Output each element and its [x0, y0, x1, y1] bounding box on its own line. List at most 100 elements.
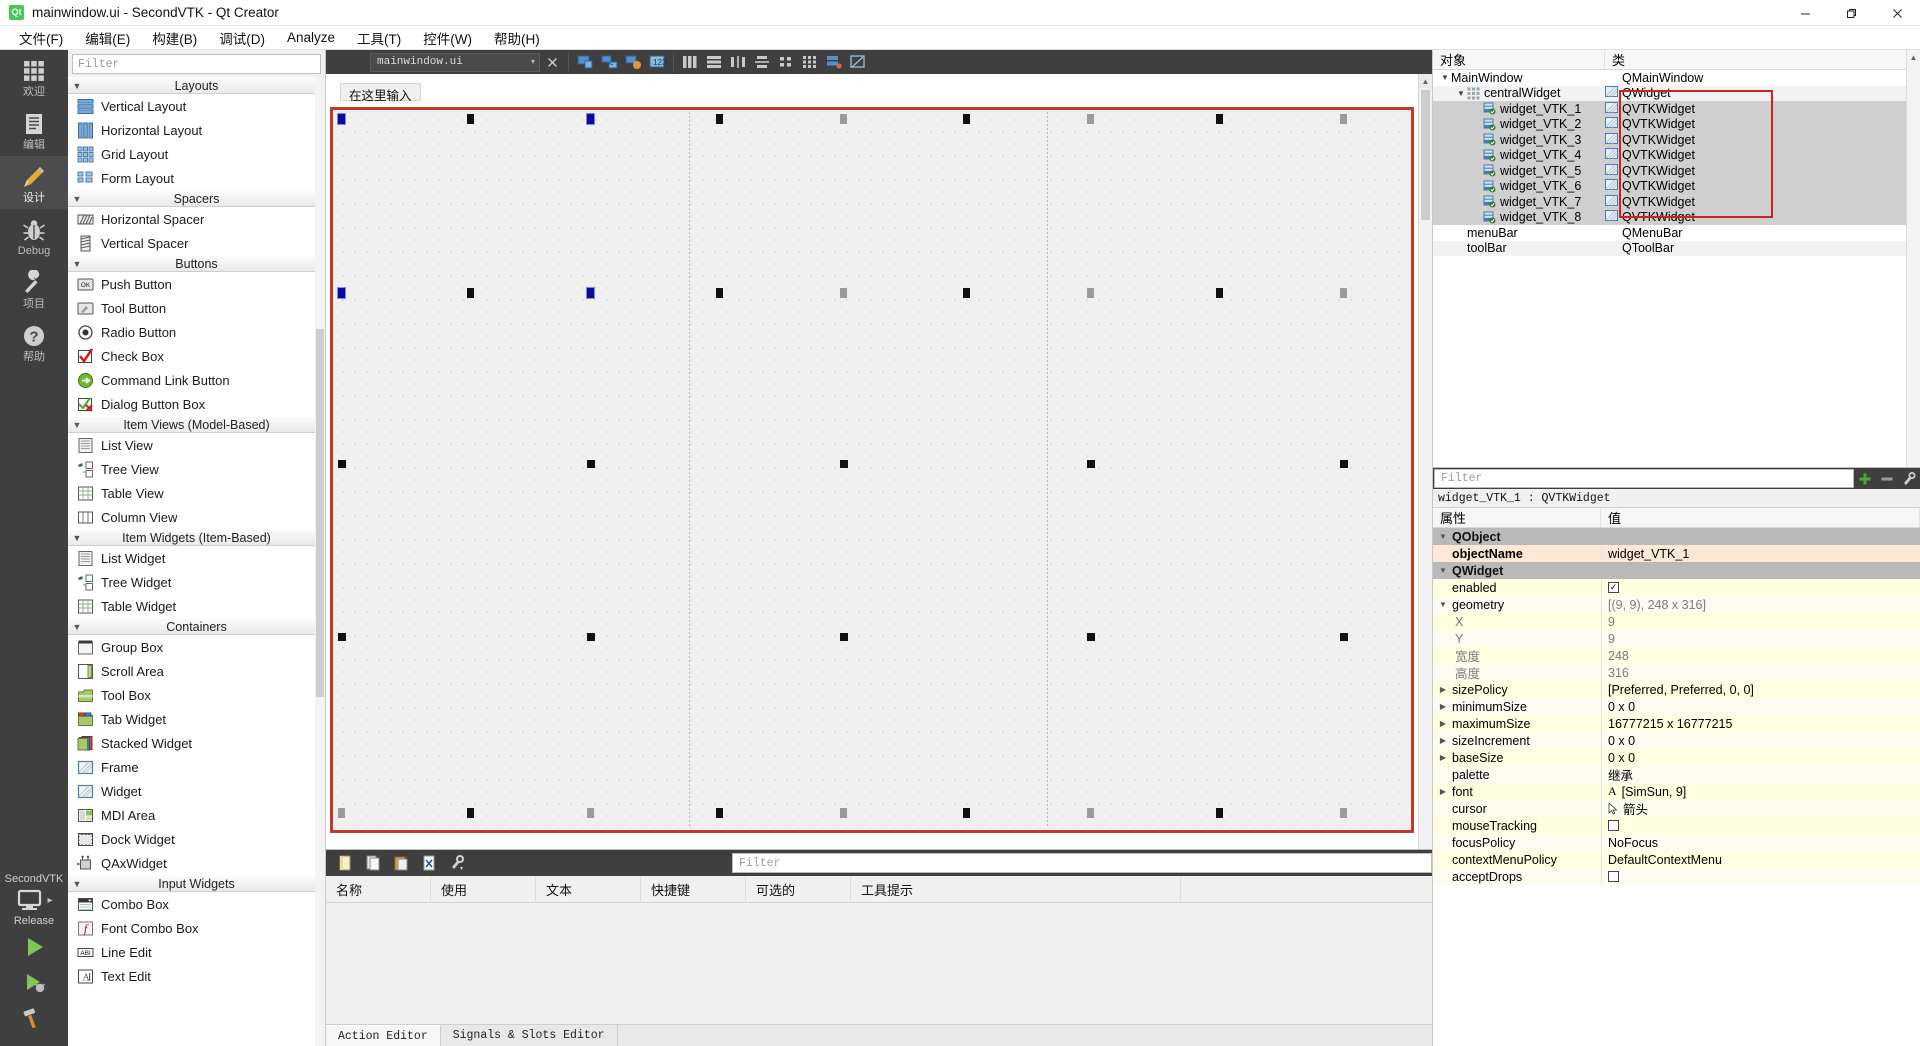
action-editor-filter[interactable]: Filter: [732, 853, 1432, 873]
widget-category-spacers[interactable]: ▼ Spacers: [68, 190, 325, 207]
add-property-button[interactable]: [1854, 468, 1876, 489]
selection-handle[interactable]: [338, 633, 347, 642]
chevron-right-icon[interactable]: ▶: [1437, 685, 1449, 694]
property-row-geometry[interactable]: ▼ geometry [(9, 9), 248 x 316]: [1433, 596, 1920, 613]
layout-splitter-h-icon[interactable]: [726, 51, 750, 73]
property-row-cursor[interactable]: cursor 箭头: [1433, 800, 1920, 817]
layout-horizontal-icon[interactable]: [678, 51, 702, 73]
edit-buddies-icon[interactable]: [621, 51, 645, 73]
layout-grid-icon[interactable]: [798, 51, 822, 73]
close-button[interactable]: [1874, 0, 1920, 26]
property-settings-button[interactable]: [1898, 468, 1920, 489]
selection-handle[interactable]: [586, 113, 596, 126]
object-row-menuBar[interactable]: menuBar QMenuBar: [1433, 225, 1920, 241]
run-button[interactable]: [14, 930, 54, 964]
edit-tab-order-icon[interactable]: 123: [645, 51, 669, 73]
widget-box-scroll-thumb[interactable]: [316, 328, 324, 698]
remove-property-button[interactable]: [1876, 468, 1898, 489]
selection-handle[interactable]: [716, 114, 724, 125]
selection-handle[interactable]: [716, 288, 724, 299]
canvas-scroll-thumb[interactable]: [1421, 90, 1430, 220]
menu-analyze[interactable]: Analyze: [276, 27, 346, 48]
property-row-mouseTracking[interactable]: mouseTracking: [1433, 817, 1920, 834]
form-grid-surface[interactable]: [335, 112, 1409, 828]
widget-item-tree-widget[interactable]: Tree Widget: [68, 570, 325, 594]
selection-handle[interactable]: [839, 633, 848, 642]
object-inspector[interactable]: 对象 类 ▼ MainWindow QMainWindow ▼ centralWidge…: [1433, 50, 1920, 468]
layout-vertical-icon[interactable]: [702, 51, 726, 73]
chevron-right-icon[interactable]: ▶: [1437, 702, 1449, 711]
selection-handle[interactable]: [1340, 459, 1349, 468]
property-row-acceptDrops[interactable]: acceptDrops: [1433, 868, 1920, 885]
property-row-objectName[interactable]: objectName widget_VTK_1: [1433, 545, 1920, 562]
action-column-4[interactable]: 可选的: [746, 875, 851, 903]
action-column-2[interactable]: 文本: [536, 875, 641, 903]
widget-item-vertical-spacer[interactable]: Vertical Spacer: [68, 231, 325, 255]
property-filter-input[interactable]: Filter: [1434, 469, 1854, 488]
object-row-widget_VTK_6[interactable]: widget_VTK_6 QVTKWidget: [1433, 178, 1920, 194]
mode-欢迎[interactable]: 欢迎: [0, 50, 68, 103]
build-button[interactable]: [14, 1002, 54, 1036]
menubar-type-here-placeholder[interactable]: 在这里输入: [340, 83, 421, 103]
chevron-down-icon[interactable]: ▼: [68, 879, 86, 889]
copy-icon[interactable]: [360, 852, 386, 874]
object-row-widget_VTK_8[interactable]: widget_VTK_8 QVTKWidget: [1433, 209, 1920, 225]
property-row-QObject[interactable]: ▼ QObject: [1433, 528, 1920, 545]
chevron-down-icon[interactable]: ▼: [1437, 532, 1449, 541]
mode-编辑[interactable]: 编辑: [0, 103, 68, 156]
menu-file[interactable]: 文件(F): [8, 25, 74, 51]
widget-category-layouts[interactable]: ▼ Layouts: [68, 77, 325, 94]
menu-edit[interactable]: 编辑(E): [74, 25, 141, 51]
chevron-down-icon[interactable]: ▼: [68, 622, 86, 632]
property-row-baseSize[interactable]: ▶ baseSize 0 x 0: [1433, 749, 1920, 766]
mode-Debug[interactable]: Debug: [0, 209, 68, 262]
chevron-down-icon[interactable]: ▼: [1437, 600, 1449, 609]
selection-handle[interactable]: [1215, 114, 1223, 125]
mode-项目[interactable]: 项目: [0, 262, 68, 315]
close-document-button[interactable]: [540, 51, 564, 73]
selection-handle[interactable]: [587, 807, 595, 818]
chevron-down-icon[interactable]: ▼: [1439, 73, 1451, 82]
widget-category-buttons[interactable]: ▼ Buttons: [68, 255, 325, 272]
break-layout-icon[interactable]: [822, 51, 846, 73]
widget-item-table-view[interactable]: Table View: [68, 481, 325, 505]
selection-handle[interactable]: [839, 807, 847, 818]
selection-handle[interactable]: [1215, 807, 1223, 818]
selection-handle[interactable]: [1086, 114, 1094, 125]
widget-item-dialog-button-box[interactable]: Dialog Button Box: [68, 392, 325, 416]
edit-signals-slots-icon[interactable]: [597, 51, 621, 73]
tab-action-editor[interactable]: Action Editor: [326, 1025, 441, 1046]
chevron-right-icon[interactable]: ▶: [1437, 736, 1449, 745]
maximize-button[interactable]: [1828, 0, 1874, 26]
mode-帮助[interactable]: ? 帮助: [0, 315, 68, 368]
selection-handle[interactable]: [1340, 114, 1348, 125]
selection-handle[interactable]: [716, 807, 724, 818]
central-widget-form[interactable]: [330, 107, 1414, 833]
widget-box-list[interactable]: ▼ Layouts Vertical Layout Horizontal Layout…: [68, 77, 325, 1046]
selection-handle[interactable]: [1215, 288, 1223, 299]
property-row-font[interactable]: ▶ font A [SimSun, 9]: [1433, 783, 1920, 800]
widget-item-column-view[interactable]: Column View: [68, 505, 325, 529]
selection-handle[interactable]: [467, 288, 475, 299]
widget-item-stacked-widget[interactable]: Stacked Widget: [68, 731, 325, 755]
widget-item-tool-button[interactable]: Tool Button: [68, 296, 325, 320]
widget-item-horizontal-layout[interactable]: Horizontal Layout: [68, 118, 325, 142]
widget-item-form-layout[interactable]: Form Layout: [68, 166, 325, 190]
chevron-right-icon[interactable]: ▶: [1437, 753, 1449, 762]
selection-handle[interactable]: [839, 288, 847, 299]
menu-help[interactable]: 帮助(H): [483, 25, 551, 51]
selection-handle[interactable]: [1086, 459, 1095, 468]
widget-item-vertical-layout[interactable]: Vertical Layout: [68, 94, 325, 118]
object-inspector-scrollbar[interactable]: ▲: [1906, 50, 1920, 467]
property-row-enabled[interactable]: enabled ✓: [1433, 579, 1920, 596]
selection-handle[interactable]: [1340, 288, 1348, 299]
mode-设计[interactable]: 设计: [0, 156, 68, 209]
chevron-down-icon[interactable]: ▼: [68, 533, 86, 543]
property-value-column-header[interactable]: 值: [1601, 508, 1920, 527]
object-row-toolBar[interactable]: toolBar QToolBar: [1433, 240, 1920, 256]
widget-item-line-edit[interactable]: ABI Line Edit: [68, 940, 325, 964]
minimize-button[interactable]: [1782, 0, 1828, 26]
menu-debug[interactable]: 调试(D): [208, 25, 276, 51]
object-row-centralWidget[interactable]: ▼ centralWidget QWidget: [1433, 85, 1920, 101]
new-action-icon[interactable]: [332, 852, 358, 874]
